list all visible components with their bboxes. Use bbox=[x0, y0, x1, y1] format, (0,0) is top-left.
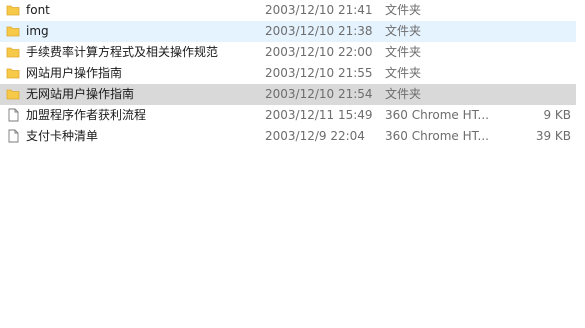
file-row[interactable]: 加盟程序作者获利流程 2003/12/11 15:49 360 Chrome H… bbox=[0, 105, 576, 126]
file-row[interactable]: 网站用户操作指南 2003/12/10 21:55 文件夹 bbox=[0, 63, 576, 84]
file-name: 手续费率计算方程式及相关操作规范 bbox=[26, 45, 219, 59]
file-type: 360 Chrome HT... bbox=[385, 108, 489, 122]
file-name: 网站用户操作指南 bbox=[26, 66, 123, 80]
file-type: 文件夹 bbox=[385, 66, 422, 80]
folder-icon bbox=[6, 87, 20, 101]
file-type: 文件夹 bbox=[385, 24, 422, 38]
file-type: 文件夹 bbox=[385, 3, 422, 17]
folder-icon bbox=[6, 3, 20, 17]
file-row[interactable]: 支付卡种清单 2003/12/9 22:04 360 Chrome HT... … bbox=[0, 126, 576, 147]
file-date: 2003/12/10 22:00 bbox=[265, 45, 373, 59]
file-row[interactable]: 手续费率计算方程式及相关操作规范 2003/12/10 22:00 文件夹 bbox=[0, 42, 576, 63]
folder-icon bbox=[6, 24, 20, 38]
file-date: 2003/12/10 21:54 bbox=[265, 87, 373, 101]
file-size: 9 KB bbox=[543, 108, 571, 122]
file-date: 2003/12/11 15:49 bbox=[265, 108, 373, 122]
file-row[interactable]: img 2003/12/10 21:38 文件夹 bbox=[0, 21, 576, 42]
file-name: 加盟程序作者获利流程 bbox=[26, 108, 147, 122]
file-name: font bbox=[26, 3, 50, 17]
file-name: img bbox=[26, 24, 49, 38]
file-date: 2003/12/10 21:55 bbox=[265, 66, 373, 80]
file-type: 文件夹 bbox=[385, 87, 422, 101]
folder-icon bbox=[6, 66, 20, 80]
file-date: 2003/12/10 21:38 bbox=[265, 24, 373, 38]
file-icon bbox=[6, 129, 20, 143]
file-type: 360 Chrome HT... bbox=[385, 129, 489, 143]
file-icon bbox=[6, 108, 20, 122]
file-row[interactable]: 无网站用户操作指南 2003/12/10 21:54 文件夹 bbox=[0, 84, 576, 105]
file-list: font 2003/12/10 21:41 文件夹 img 2003/12/10… bbox=[0, 0, 585, 328]
file-date: 2003/12/9 22:04 bbox=[265, 129, 365, 143]
file-size: 39 KB bbox=[535, 129, 571, 143]
file-date: 2003/12/10 21:41 bbox=[265, 3, 373, 17]
folder-icon bbox=[6, 45, 20, 59]
file-type: 文件夹 bbox=[385, 45, 422, 59]
file-name: 支付卡种清单 bbox=[26, 129, 99, 143]
file-row[interactable]: font 2003/12/10 21:41 文件夹 bbox=[0, 0, 576, 21]
file-name: 无网站用户操作指南 bbox=[26, 87, 135, 101]
